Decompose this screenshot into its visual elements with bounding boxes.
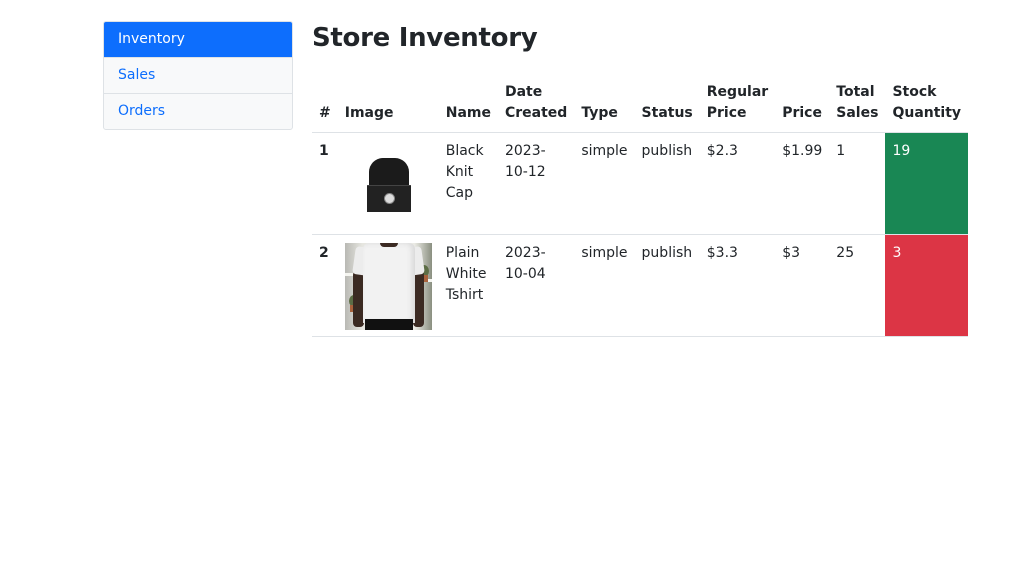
- table-header-row: # Image Name Date Created Type Status Reg…: [312, 78, 969, 133]
- sidebar-item-orders[interactable]: Orders: [104, 93, 292, 129]
- row-number: 2: [312, 234, 338, 337]
- table-row: 1 Black Knit Cap 2023-10-12 simple publi…: [312, 132, 969, 235]
- product-name: Plain White Tshirt: [438, 234, 498, 337]
- price: $1.99: [775, 132, 830, 235]
- header-total-sales: Total Sales: [829, 78, 886, 133]
- product-image-cell: [337, 234, 439, 337]
- header-name: Name: [438, 78, 498, 133]
- header-status: Status: [634, 78, 700, 133]
- product-status: publish: [634, 234, 700, 337]
- product-type: simple: [574, 234, 635, 337]
- stock-quantity: 3: [885, 234, 969, 337]
- header-date-created: Date Created: [497, 78, 575, 133]
- black-knit-cap-image: [344, 141, 432, 228]
- product-image-cell: [337, 132, 439, 235]
- header-regular-price: Regular Price: [699, 78, 776, 133]
- header-number: #: [312, 78, 338, 133]
- stock-quantity: 19: [885, 132, 969, 235]
- total-sales: 1: [829, 132, 886, 235]
- header-price: Price: [775, 78, 830, 133]
- header-stock-quantity: Stock Quantity: [885, 78, 969, 133]
- inventory-table: # Image Name Date Created Type Status Reg…: [312, 78, 969, 337]
- page-title: Store Inventory: [312, 23, 538, 53]
- date-created: 2023-10-12: [497, 132, 575, 235]
- header-type: Type: [574, 78, 635, 133]
- header-image: Image: [337, 78, 439, 133]
- sidebar-item-sales[interactable]: Sales: [104, 57, 292, 93]
- sidebar-item-inventory[interactable]: Inventory: [104, 22, 292, 57]
- total-sales: 25: [829, 234, 886, 337]
- date-created: 2023-10-04: [497, 234, 575, 337]
- product-status: publish: [634, 132, 700, 235]
- table-row: 2 Plain White Tshirt 2023-10-04 simple p…: [312, 234, 969, 337]
- row-number: 1: [312, 132, 338, 235]
- regular-price: $3.3: [699, 234, 776, 337]
- product-name: Black Knit Cap: [438, 132, 498, 235]
- price: $3: [775, 234, 830, 337]
- sidebar-nav: Inventory Sales Orders: [103, 21, 293, 130]
- main-content: Store Inventory # Image Name Date Created…: [312, 20, 969, 337]
- product-type: simple: [574, 132, 635, 235]
- regular-price: $2.3: [699, 132, 776, 235]
- plain-white-tshirt-image: [344, 243, 432, 330]
